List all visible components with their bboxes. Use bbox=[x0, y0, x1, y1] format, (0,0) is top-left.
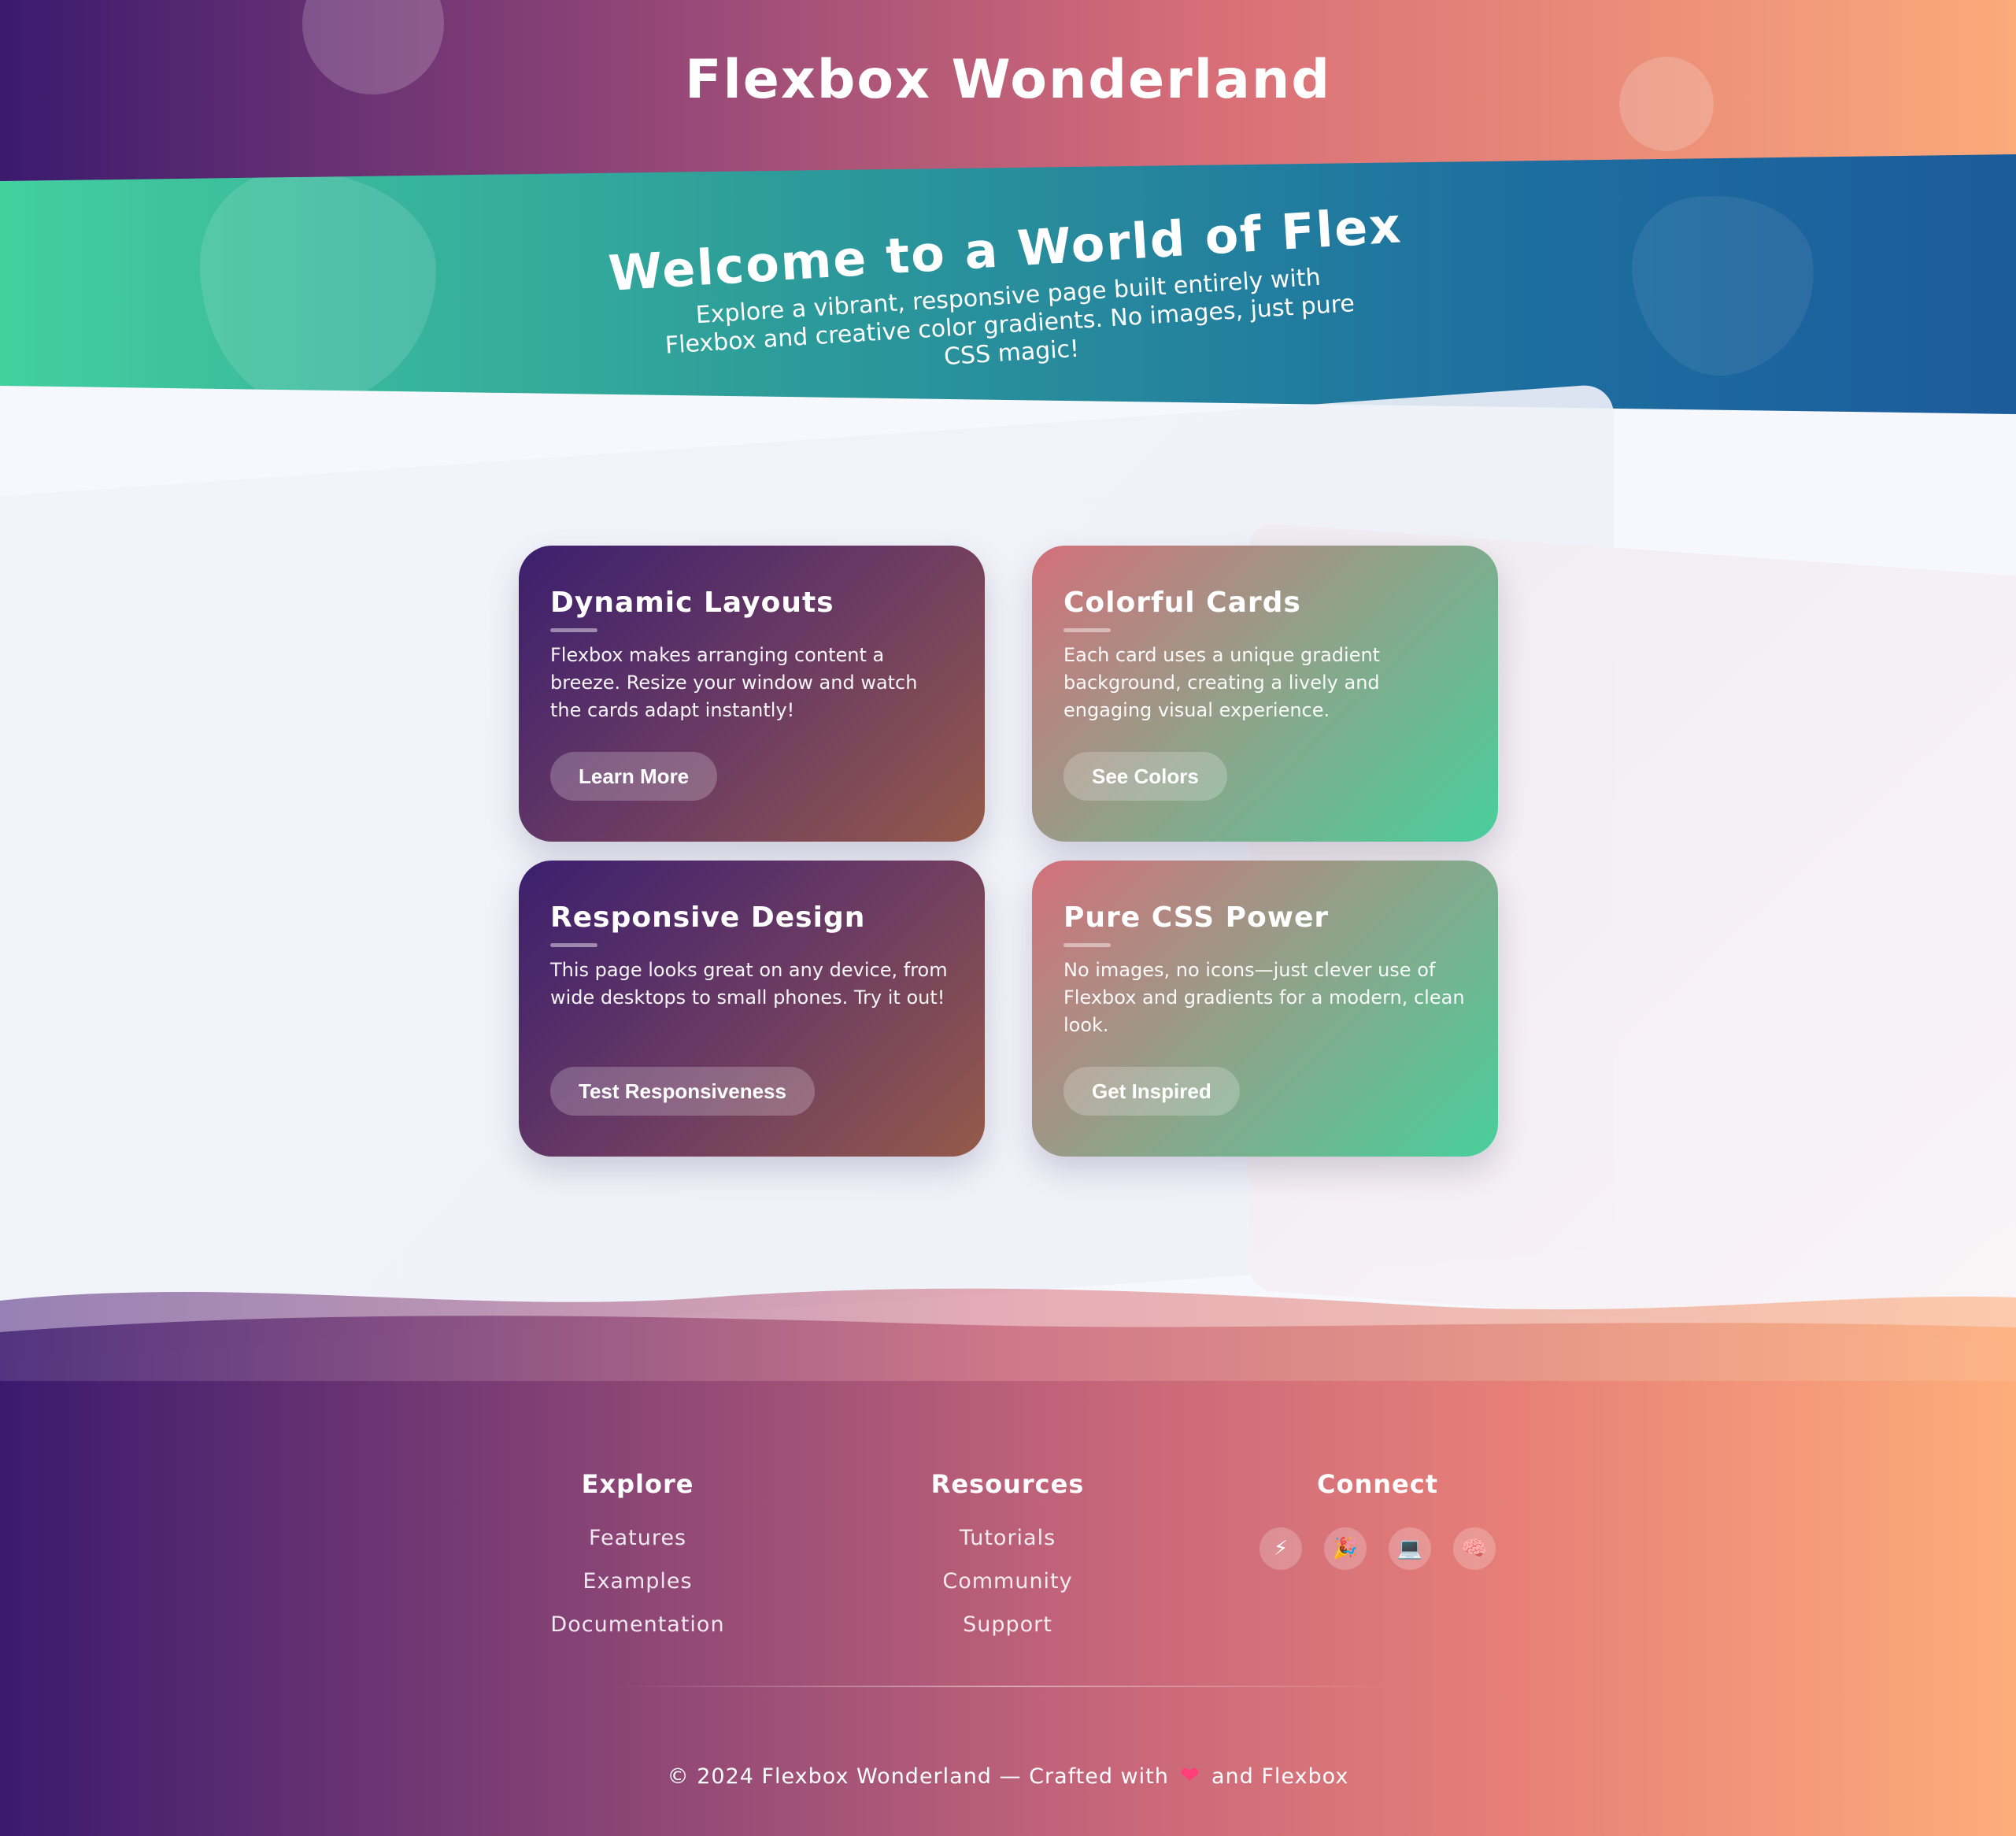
card-title: Colorful Cards bbox=[1063, 587, 1301, 619]
card-divider bbox=[550, 628, 597, 632]
card-grid: Dynamic Layouts Flexbox makes arranging … bbox=[519, 546, 1498, 1157]
card-text: No images, no icons—just clever use of F… bbox=[1063, 959, 1465, 1036]
card-divider bbox=[1063, 943, 1111, 947]
card-divider bbox=[550, 943, 597, 947]
copyright: © 2024 Flexbox Wonderland — Crafted with… bbox=[0, 1762, 2016, 1790]
site-footer: Explore Features Examples Documentation … bbox=[0, 1381, 2016, 1836]
footer-column-explore: Explore Features Examples Documentation bbox=[512, 1469, 764, 1646]
learn-more-button[interactable]: Learn More bbox=[550, 752, 718, 801]
copyright-suffix: and Flexbox bbox=[1211, 1764, 1349, 1789]
hero-banner: Welcome to a World of Flex Explore a vib… bbox=[0, 154, 2016, 414]
brain-icon[interactable]: 🧠 bbox=[1453, 1527, 1496, 1570]
footer-heading: Connect bbox=[1317, 1469, 1438, 1499]
site-title: Flexbox Wonderland bbox=[685, 49, 1331, 111]
footer-column-resources: Resources Tutorials Community Support bbox=[882, 1469, 1134, 1646]
test-responsiveness-button[interactable]: Test Responsiveness bbox=[550, 1067, 815, 1116]
footer-link-documentation[interactable]: Documentation bbox=[512, 1603, 764, 1646]
heart-icon: ❤ bbox=[1179, 1762, 1200, 1790]
party-popper-icon[interactable]: 🎉 bbox=[1324, 1527, 1367, 1570]
get-inspired-button[interactable]: Get Inspired bbox=[1063, 1067, 1240, 1116]
card-title: Dynamic Layouts bbox=[550, 587, 834, 619]
footer-wave bbox=[0, 1288, 2016, 1386]
card-text: Each card uses a unique gradient backgro… bbox=[1063, 644, 1381, 721]
footer-link-community[interactable]: Community bbox=[882, 1560, 1134, 1603]
footer-link-examples[interactable]: Examples bbox=[512, 1560, 764, 1603]
footer-link-support[interactable]: Support bbox=[882, 1603, 1134, 1646]
footer-heading: Resources bbox=[930, 1469, 1085, 1499]
social-links: ⚡ 🎉 💻 🧠 bbox=[1252, 1527, 1504, 1570]
card-text: Flexbox makes arranging content a breeze… bbox=[550, 644, 918, 721]
card-text: This page looks great on any device, fro… bbox=[550, 959, 948, 1009]
feature-card-pure-css-power: Pure CSS Power No images, no icons—just … bbox=[1032, 861, 1498, 1157]
footer-link-tutorials[interactable]: Tutorials bbox=[882, 1516, 1134, 1560]
footer-heading: Explore bbox=[581, 1469, 694, 1499]
feature-card-colorful-cards: Colorful Cards Each card uses a unique g… bbox=[1032, 546, 1498, 842]
copyright-prefix: © 2024 Flexbox Wonderland — Crafted with bbox=[667, 1764, 1169, 1789]
laptop-icon[interactable]: 💻 bbox=[1389, 1527, 1431, 1570]
feature-card-dynamic-layouts: Dynamic Layouts Flexbox makes arranging … bbox=[519, 546, 985, 842]
card-title: Pure CSS Power bbox=[1063, 901, 1330, 934]
card-divider bbox=[1063, 628, 1111, 632]
footer-divider bbox=[614, 1686, 1401, 1687]
lightning-icon[interactable]: ⚡ bbox=[1260, 1527, 1302, 1570]
footer-link-features[interactable]: Features bbox=[512, 1516, 764, 1560]
see-colors-button[interactable]: See Colors bbox=[1063, 752, 1227, 801]
feature-card-responsive-design: Responsive Design This page looks great … bbox=[519, 861, 985, 1157]
card-title: Responsive Design bbox=[550, 901, 866, 934]
footer-column-connect: Connect ⚡ 🎉 💻 🧠 bbox=[1252, 1469, 1504, 1570]
